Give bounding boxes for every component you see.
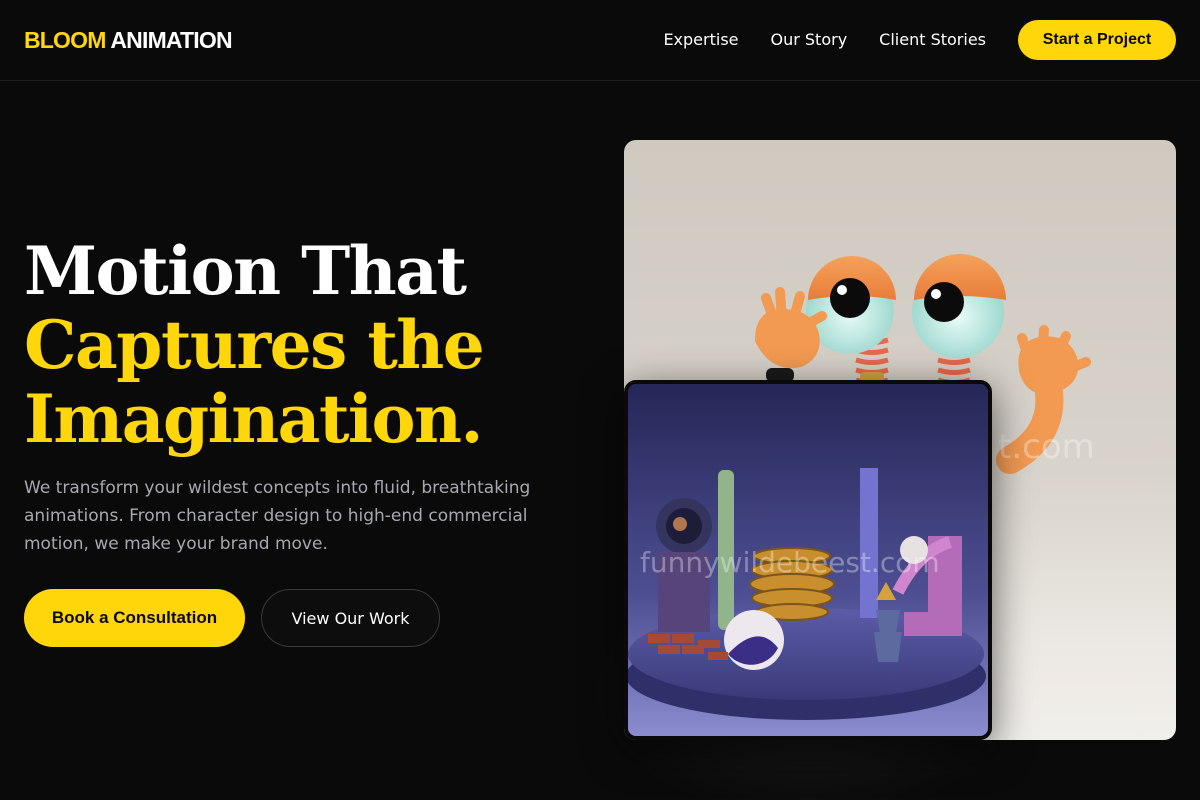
logo-rest: ANIMATION [110,27,232,53]
nav-link-our-story[interactable]: Our Story [771,30,848,50]
hero-headline: Motion That Captures the Imagination. [24,234,584,456]
inset-image-watermark: funnywildebeest.com [640,546,940,579]
nav-link-client-stories[interactable]: Client Stories [879,30,986,50]
top-nav: BLOOM ANIMATION Expertise Our Story Clie… [0,0,1200,81]
logo[interactable]: BLOOM ANIMATION [24,26,233,54]
start-project-button[interactable]: Start a Project [1018,20,1176,60]
hero-image-scene: funnywildebeest.com [624,380,992,740]
nav-link-expertise[interactable]: Expertise [663,30,738,50]
scene-illustration: funnywildebeest.com [628,384,988,736]
logo-brand: BLOOM [24,27,106,53]
main-image-watermark: t.com [998,427,1095,467]
nav-links: Expertise Our Story Client Stories [663,30,986,50]
headline-line-1: Motion That [24,232,467,310]
book-consultation-button[interactable]: Book a Consultation [24,589,245,647]
headline-line-3: Imagination. [24,380,484,458]
hero-lead-text: We transform your wildest concepts into … [24,478,531,554]
view-work-button[interactable]: View Our Work [261,589,440,647]
headline-line-2: Captures the [24,306,485,384]
